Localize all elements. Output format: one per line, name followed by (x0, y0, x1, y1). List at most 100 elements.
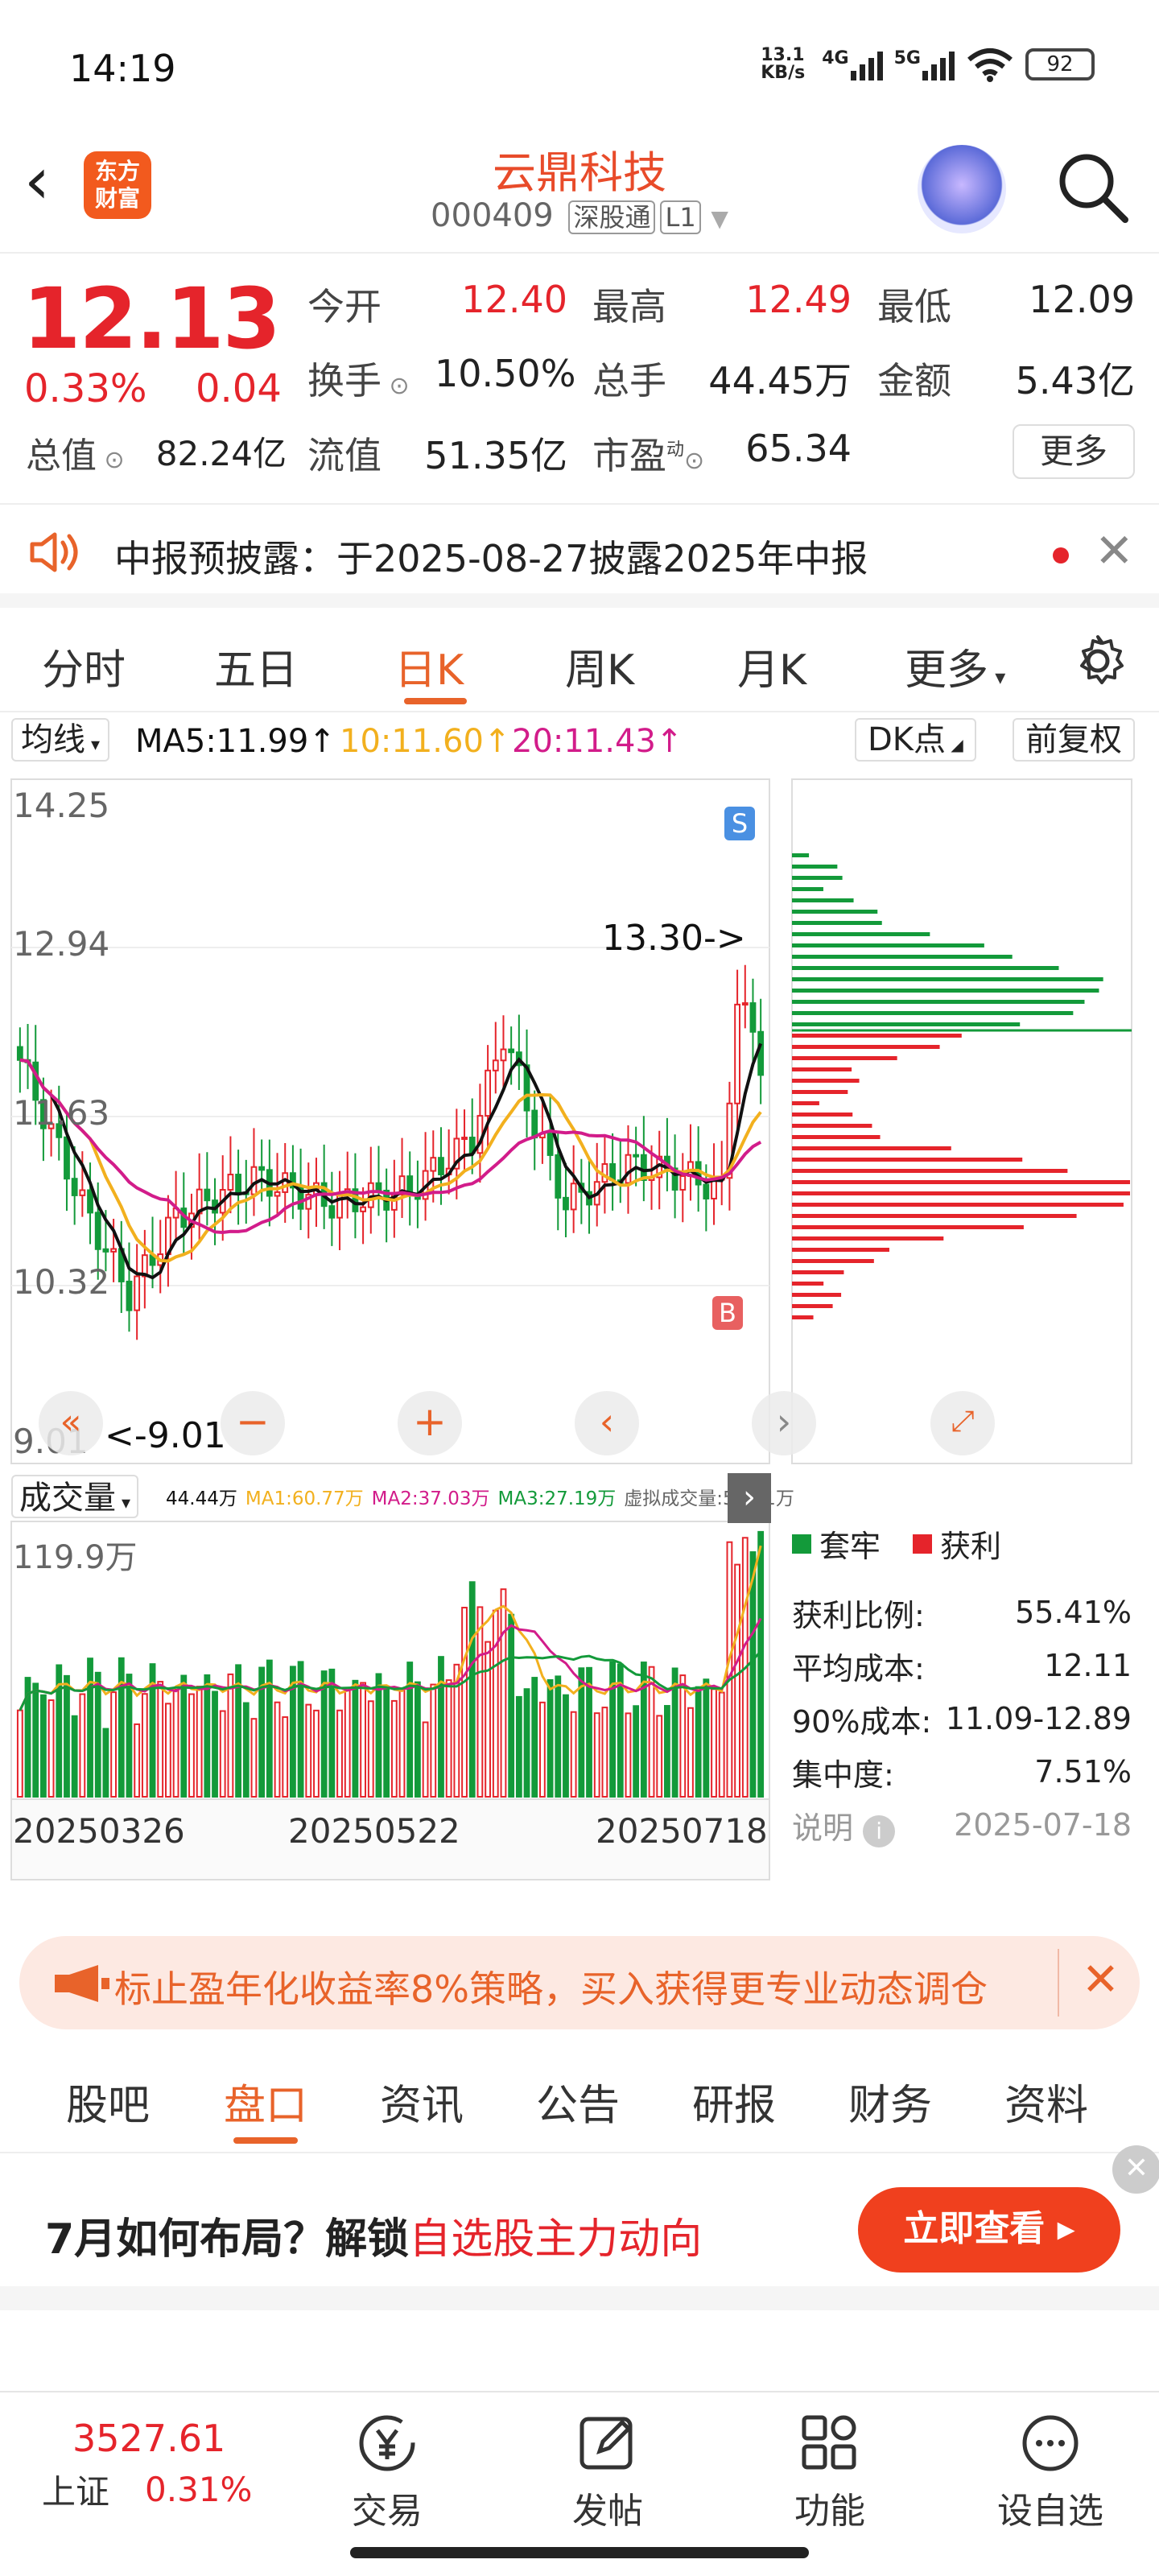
chip-stat-row: 平均成本: 12.11 (792, 1639, 1132, 1692)
tab-intraday[interactable]: 分时 (42, 636, 126, 696)
nav-post[interactable]: 发帖 (547, 2413, 668, 2533)
candle-body (485, 1069, 491, 1117)
tab-weekly-k[interactable]: 周K (565, 636, 634, 696)
tab-more[interactable]: 更多 ▾ (905, 636, 1005, 696)
chip-bar (792, 1000, 1085, 1004)
chip-bar (792, 1270, 844, 1274)
tab-news[interactable]: 资讯 (380, 2071, 464, 2132)
scroll-right-button[interactable]: › (752, 1391, 816, 1455)
kline-chart-area[interactable]: 14.25 12.94 11.63 10.32 9.01 13.30-> <-9… (0, 765, 1159, 1924)
expand-arrow-icon[interactable]: › (728, 1473, 771, 1523)
tab-monthly-k[interactable]: 月K (737, 636, 806, 696)
chip-bar (792, 876, 843, 880)
candle-body (430, 1157, 437, 1172)
scroll-left-button[interactable]: ‹ (575, 1391, 639, 1455)
notice-text: 中报预披露：于2025-08-27披露2025年中报 (114, 537, 868, 580)
fullscreen-icon[interactable]: ⤢ (930, 1391, 995, 1455)
volume-bar (703, 1678, 710, 1798)
volume-bar (64, 1674, 70, 1798)
zoom-in-button[interactable]: + (398, 1391, 462, 1455)
zoom-out-button[interactable]: − (221, 1391, 285, 1455)
turnover-label: 换手 ⊙ (307, 352, 410, 405)
info-icon[interactable]: ⊙ (684, 447, 704, 475)
volume-bar (547, 1678, 554, 1798)
volume-bar (656, 1715, 663, 1798)
info-icon[interactable]: ⊙ (382, 372, 410, 400)
candle-body (563, 1196, 569, 1211)
close-icon[interactable]: ✕ (1082, 1954, 1120, 2006)
explain-link[interactable]: 说明 i (792, 1803, 896, 1847)
volume-bar (188, 1693, 195, 1798)
amount-value: 5.43亿 (1015, 359, 1135, 402)
info-icon: i (863, 1814, 896, 1847)
volume-bar (141, 1693, 148, 1798)
chip-stat-value: 12.11 (1044, 1648, 1132, 1683)
nav-functions[interactable]: 功能 (769, 2413, 890, 2533)
divider (1058, 1949, 1059, 2017)
chip-stats: 获利比例: 55.41% 平均成本: 12.11 90%成本: 11.09-12.89… (792, 1586, 1132, 1852)
ma5-text: MA5:11.99 (135, 723, 309, 760)
fast-rewind-button[interactable]: « (39, 1391, 103, 1455)
ad-text-highlight: 自选股主力动向 (409, 2215, 703, 2264)
volume-bar (305, 1703, 312, 1798)
notice-bar[interactable]: 中报预披露：于2025-08-27披露2025年中报 ✕ (0, 507, 1159, 608)
tab-five-day[interactable]: 五日 (214, 636, 298, 696)
volume-bar (734, 1563, 740, 1798)
ma10-value: 10:11.60↑ (340, 723, 511, 760)
indicator-select-label: 均线 (21, 721, 85, 758)
signal-4g-icon: 4G (822, 48, 883, 80)
volume-indicator-select[interactable]: 成交量 ▾ (11, 1475, 139, 1518)
volume-bar (196, 1686, 203, 1798)
tab-daily-k[interactable]: 日K (394, 636, 464, 696)
ad-banner[interactable]: ✕ 7月如何布局？解锁自选股主力动向 立即查看 ▸ (0, 2145, 1159, 2310)
tab-announcements[interactable]: 公告 (536, 2071, 620, 2132)
chip-bar (792, 898, 854, 902)
assistant-avatar-icon[interactable] (918, 145, 1006, 233)
index-ticker[interactable]: 3527.61 上证 0.31% (32, 2417, 274, 2514)
vol-value: 44.44万 (166, 1488, 237, 1509)
tab-finance[interactable]: 财务 (848, 2071, 932, 2132)
more-button[interactable]: 更多 (1013, 424, 1135, 479)
promo-text: 标止盈年化收益率8%策略，买入获得更专业动态调仓 (114, 1967, 988, 2011)
buy-badge[interactable]: B (712, 1296, 743, 1330)
candle-body (492, 1059, 499, 1071)
clock: 14:19 (69, 47, 176, 90)
promo-banner[interactable]: 标止盈年化收益率8%策略，买入获得更专业动态调仓 ✕ (19, 1936, 1140, 2029)
nav-add-watchlist[interactable]: 设自选 (990, 2413, 1111, 2533)
chip-bar (792, 1236, 944, 1241)
megaphone-icon (55, 1965, 109, 2002)
tab-research[interactable]: 研报 (692, 2071, 776, 2132)
tab-profile[interactable]: 资料 (1004, 2071, 1088, 2132)
dk-point-select[interactable]: DK点 ◢ (855, 718, 976, 762)
search-icon[interactable] (1054, 149, 1131, 225)
nav-trade[interactable]: 交易 (327, 2413, 448, 2533)
sell-badge[interactable]: S (724, 807, 755, 840)
candle-body (126, 1280, 133, 1311)
indicator-select[interactable]: 均线 ▾ (11, 718, 110, 762)
volume-bar (79, 1693, 86, 1798)
volume-bar (172, 1688, 179, 1798)
tab-forum[interactable]: 股吧 (66, 2071, 150, 2132)
volume-bar (375, 1673, 382, 1798)
float-label: 流值 (307, 434, 382, 477)
volume-bar (40, 1694, 47, 1798)
volume-bar (134, 1723, 141, 1798)
volume-bar (625, 1712, 632, 1798)
active-tab-indicator (233, 2137, 298, 2144)
high-label: 最高 (592, 285, 666, 328)
adjust-select[interactable]: 前复权 (1013, 718, 1135, 762)
tab-order-book[interactable]: 盘口 (224, 2071, 307, 2132)
close-icon[interactable]: ✕ (1112, 2145, 1159, 2194)
bottom-nav: 3527.61 上证 0.31% 交易 发帖 功能 设自选 (0, 2391, 1159, 2576)
battery-icon: 92 (1025, 48, 1095, 80)
close-icon[interactable]: ✕ (1095, 523, 1134, 578)
candle-body (102, 1248, 109, 1253)
gear-icon[interactable] (1069, 632, 1127, 690)
volume-bar (515, 1695, 522, 1798)
vol-ma2: MA2:37.03万 (371, 1488, 490, 1509)
explain-label: 说明 (792, 1810, 854, 1846)
view-now-button[interactable]: 立即查看 ▸ (858, 2187, 1120, 2273)
candle-body (258, 1166, 266, 1171)
chip-bar (792, 1011, 1074, 1015)
info-icon[interactable]: ⊙ (97, 446, 125, 474)
